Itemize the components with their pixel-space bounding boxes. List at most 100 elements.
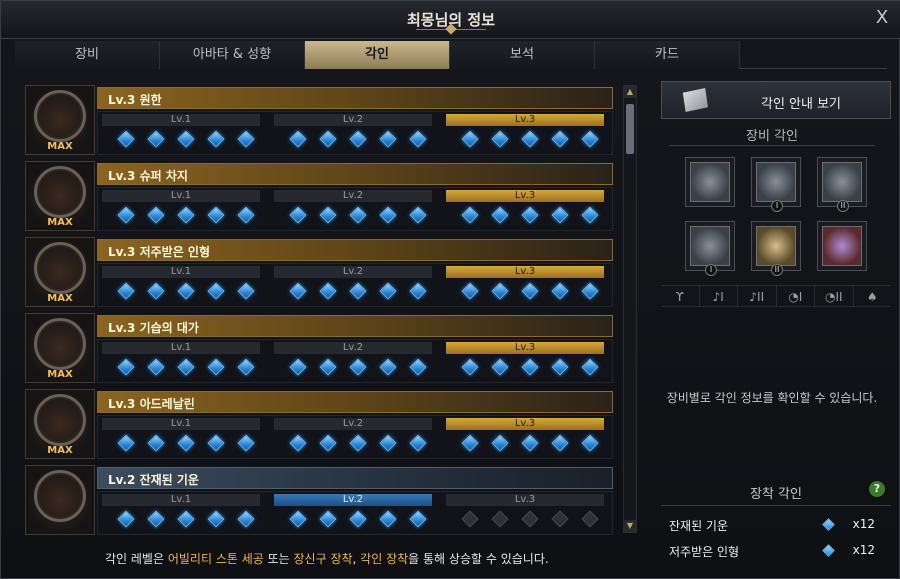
engraving-gem-icon bbox=[237, 282, 255, 300]
slot-numeral: I bbox=[705, 264, 717, 276]
engraving-level-bar: Lv.1 Lv.2 Lv.3 bbox=[97, 491, 613, 535]
scroll-thumb[interactable] bbox=[626, 104, 634, 154]
tab-equipment[interactable]: 장비 bbox=[15, 41, 160, 69]
level-label: Lv.2 bbox=[274, 114, 432, 126]
necklace-slot[interactable] bbox=[685, 157, 735, 207]
engraving-gem-icon bbox=[117, 434, 135, 452]
level-label: Lv.2 bbox=[274, 266, 432, 278]
scroll-down-arrow[interactable]: ▼ bbox=[624, 520, 636, 532]
ring-1-slot[interactable]: I bbox=[685, 221, 735, 276]
engraving-gem-icon bbox=[147, 206, 165, 224]
engraving-gem-icon bbox=[461, 282, 479, 300]
worn-engraving-value: x12 bbox=[852, 543, 875, 557]
level-segment: Lv.2 bbox=[270, 264, 436, 308]
engraving-gem-icon bbox=[117, 130, 135, 148]
engraving-gem-icon bbox=[177, 130, 195, 148]
engraving-gem-icon bbox=[237, 206, 255, 224]
cursed-doll-icon[interactable]: MAX bbox=[25, 237, 95, 307]
engraving-row[interactable]: MAX Lv.3 저주받은 인형 Lv.1 Lv.2 Lv.3 bbox=[25, 237, 613, 309]
engraving-gem-icon bbox=[409, 510, 427, 528]
adrenaline-warrior-icon[interactable]: MAX bbox=[25, 389, 95, 459]
engraving-gem-icon bbox=[349, 434, 367, 452]
engraving-gem-icon bbox=[379, 130, 397, 148]
tab-gem[interactable]: 보석 bbox=[450, 41, 595, 69]
engraving-gem-icon bbox=[349, 282, 367, 300]
tab-avatar[interactable]: 아바타 & 성향 bbox=[160, 41, 305, 69]
close-button[interactable]: X bbox=[871, 7, 893, 29]
engraving-gem-icon bbox=[491, 434, 509, 452]
necklace-icon[interactable]: ϒ bbox=[661, 286, 700, 306]
engraving-gem-icon bbox=[117, 206, 135, 224]
level-label: Lv.1 bbox=[102, 190, 260, 202]
engraving-portrait bbox=[34, 318, 86, 370]
engraving-gem-icon bbox=[289, 510, 307, 528]
ability-stone-slot[interactable] bbox=[817, 221, 867, 271]
engraving-gem-icon bbox=[461, 206, 479, 224]
help-icon[interactable]: ? bbox=[869, 481, 885, 497]
bottom-note: 각인 레벨은 어빌리티 스톤 세공 또는 장신구 장착, 각인 장착을 통해 상… bbox=[105, 550, 549, 567]
ring-2-slot[interactable]: II bbox=[751, 221, 801, 276]
scroll-up-arrow[interactable]: ▲ bbox=[624, 86, 636, 98]
crescent-blade-icon[interactable]: MAX bbox=[25, 313, 95, 383]
engraving-gem-icon bbox=[379, 434, 397, 452]
max-badge: MAX bbox=[47, 217, 73, 228]
accessory-icon bbox=[822, 226, 862, 266]
engraving-gem-icon bbox=[177, 510, 195, 528]
max-badge: MAX bbox=[47, 445, 73, 456]
scrollbar[interactable]: ▲ ▼ bbox=[623, 85, 637, 533]
slot-numeral: II bbox=[837, 200, 849, 212]
engraving-gem-icon bbox=[491, 358, 509, 376]
lingering-aura-icon[interactable] bbox=[25, 465, 95, 535]
engraving-row[interactable]: MAX Lv.3 슈퍼 차지 Lv.1 Lv.2 Lv.3 bbox=[25, 161, 613, 233]
engraving-row[interactable]: MAX Lv.3 아드레날린 Lv.1 Lv.2 Lv.3 bbox=[25, 389, 613, 461]
engraving-gem-icon bbox=[289, 358, 307, 376]
earring-2-slot[interactable]: II bbox=[817, 157, 867, 212]
engraving-gem-icon bbox=[349, 510, 367, 528]
engraving-gem-icon bbox=[289, 130, 307, 148]
level-segment: Lv.2 bbox=[270, 492, 436, 535]
engraving-row[interactable]: MAX Lv.3 원한 Lv.1 Lv.2 Lv.3 bbox=[25, 85, 613, 157]
engraving-gem-icon bbox=[491, 130, 509, 148]
section-divider bbox=[669, 145, 875, 146]
engraving-gem-icon bbox=[461, 130, 479, 148]
engraving-portrait bbox=[34, 90, 86, 142]
engraving-row[interactable]: Lv.2 잔재된 기운 Lv.1 Lv.2 Lv.3 bbox=[25, 465, 613, 535]
engraving-gem-icon bbox=[491, 206, 509, 224]
engraving-gem-icon bbox=[207, 130, 225, 148]
engraving-gem-icon bbox=[237, 130, 255, 148]
book-icon bbox=[682, 88, 708, 112]
engraving-gem-icon bbox=[409, 206, 427, 224]
engraving-gem-icon bbox=[319, 510, 337, 528]
ring-I-icon[interactable]: ◔I bbox=[777, 286, 815, 306]
worn-engraving-name: 저주받은 인형 bbox=[669, 545, 740, 559]
tab-engraving[interactable]: 각인 bbox=[305, 41, 450, 69]
earring-II-icon[interactable]: ♪II bbox=[738, 286, 777, 306]
equipment-info-text: 장비별로 각인 정보를 확인할 수 있습니다. bbox=[666, 391, 878, 405]
earring-1-slot[interactable]: I bbox=[751, 157, 801, 212]
engraving-gem-icon bbox=[521, 358, 539, 376]
engraving-gem-icon bbox=[379, 358, 397, 376]
charging-fighter-icon[interactable]: MAX bbox=[25, 161, 95, 231]
tab-card[interactable]: 카드 bbox=[595, 41, 740, 69]
engraving-gem-icon bbox=[349, 130, 367, 148]
stone-icon[interactable]: ♠ bbox=[854, 286, 892, 306]
engraving-gem-icon bbox=[349, 358, 367, 376]
engraving-gem-icon bbox=[409, 130, 427, 148]
engraving-level-bar: Lv.1 Lv.2 Lv.3 bbox=[97, 263, 613, 307]
engraving-guide-button[interactable]: 각인 안내 보기 bbox=[661, 81, 891, 119]
engraving-gem-icon bbox=[117, 282, 135, 300]
level-label: Lv.2 bbox=[274, 342, 432, 354]
engraving-gem-icon bbox=[177, 282, 195, 300]
level-label: Lv.1 bbox=[102, 418, 260, 430]
engraving-row[interactable]: MAX Lv.3 기습의 대가 Lv.1 Lv.2 Lv.3 bbox=[25, 313, 613, 385]
engraving-gem-icon bbox=[147, 510, 165, 528]
title-ornament bbox=[416, 29, 486, 39]
ring-II-icon[interactable]: ◔II bbox=[815, 286, 854, 306]
empty-gem-icon bbox=[551, 510, 569, 528]
earring-I-icon[interactable]: ♪I bbox=[700, 286, 738, 306]
demon-face-icon[interactable]: MAX bbox=[25, 85, 95, 155]
engraving-level-bar: Lv.1 Lv.2 Lv.3 bbox=[97, 187, 613, 231]
guide-button-label: 각인 안내 보기 bbox=[760, 97, 842, 112]
engraving-level-bar: Lv.1 Lv.2 Lv.3 bbox=[97, 415, 613, 459]
level-segment: Lv.3 bbox=[442, 492, 608, 535]
